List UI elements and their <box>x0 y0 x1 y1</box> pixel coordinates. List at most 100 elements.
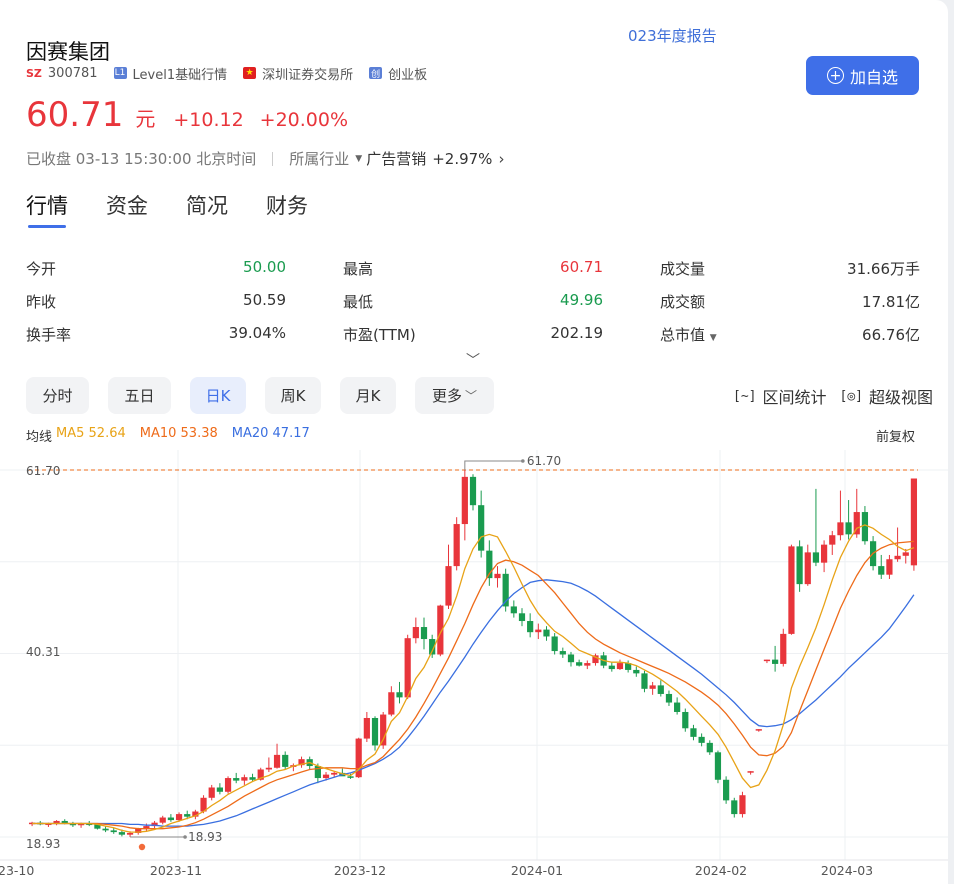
industry-link[interactable]: 广告营销 <box>366 148 426 169</box>
candle-body <box>657 685 664 694</box>
candle-body <box>551 636 558 652</box>
candle-body <box>616 663 624 670</box>
tab-funds[interactable]: 资金 <box>106 190 148 220</box>
caret-down-icon: ▼ <box>709 333 717 343</box>
annual-report-link[interactable]: 023年度报告 <box>628 25 717 46</box>
period-intraday[interactable]: 分时 <box>26 377 89 414</box>
quote-amount: 成交额 17.81亿 <box>660 293 920 311</box>
range-icon: [~] <box>733 388 757 404</box>
candle-body <box>494 573 501 579</box>
period-5day[interactable]: 五日 <box>108 377 171 414</box>
candle-body <box>445 566 452 606</box>
x-tick-label: 2023-12 <box>334 863 386 878</box>
quote-row: 昨收 50.59 最低 49.96 成交额 17.81亿 <box>26 285 920 318</box>
period-weekly[interactable]: 周K <box>265 377 321 414</box>
candle-body <box>723 779 730 801</box>
level-label[interactable]: Level1基础行情 <box>133 64 228 83</box>
candle-body <box>755 729 762 731</box>
board-badge: 创 <box>369 67 383 80</box>
period-monthly[interactable]: 月K <box>340 377 396 414</box>
expand-chevron-icon[interactable]: ﹀ <box>466 350 480 370</box>
candle-body <box>543 629 550 637</box>
candle-body <box>126 832 134 835</box>
candle-body <box>763 659 771 662</box>
candle-body <box>829 535 836 545</box>
adjust-mode[interactable]: 前复权 <box>876 426 915 445</box>
candle-body <box>249 777 256 780</box>
ma5-line <box>32 524 915 833</box>
industry-label: 所属行业 <box>289 150 350 168</box>
tab-market[interactable]: 行情 <box>26 190 68 228</box>
quote-grid: 今开 50.00 最高 60.71 成交量 31.66万手 昨收 50.59 最低 49.… <box>26 252 920 351</box>
quote-low: 最低 49.96 <box>343 291 603 311</box>
candle-body <box>265 767 272 770</box>
candle-body <box>518 613 526 622</box>
event-dot <box>138 843 146 851</box>
candle-body <box>527 621 534 633</box>
stock-name: 因赛集团 <box>26 40 110 64</box>
kline-chart[interactable]: 61.70 40.31 18.93 61.70 18.93 23-10 2023-11 202… <box>0 450 948 884</box>
ma20-legend: MA20 47.17 <box>231 426 310 441</box>
price-row: 60.71 元 +10.12 +20.00% <box>26 95 348 135</box>
ma-legend-label: 均线 <box>26 430 53 445</box>
quote-open: 今开 50.00 <box>26 258 286 278</box>
candle-body <box>567 654 575 663</box>
min-marker-label: 18.93 <box>188 830 222 844</box>
candle-body <box>412 627 419 639</box>
candle-body <box>576 662 583 666</box>
candle-body <box>224 778 232 792</box>
add-watchlist-button[interactable]: + 加自选 <box>806 56 919 95</box>
quote-prev-close: 昨收 50.59 <box>26 291 286 311</box>
y-tick-label: 18.93 <box>26 837 60 851</box>
candle-body <box>241 777 248 781</box>
chevron-right-icon[interactable]: › <box>498 150 504 168</box>
x-tick-label: 2023-11 <box>150 863 202 878</box>
last-price: 60.71 <box>26 95 124 135</box>
candle-body <box>894 555 901 560</box>
super-view-button[interactable]: [◎] 超级视图 <box>840 384 934 408</box>
quote-market-cap[interactable]: 总市值 ▼ 66.76亿 <box>660 324 920 345</box>
candle-body <box>282 754 289 767</box>
status-row: 已收盘 03-13 15:30:00 北京时间 所属行业 ▼ 广告营销 +2.9… <box>26 148 504 169</box>
candle-body <box>886 559 893 575</box>
ma-legend: 均线 MA5 52.64 MA10 53.38 MA20 47.17 <box>26 426 324 445</box>
candle-body <box>110 830 117 833</box>
candle-body <box>322 774 330 779</box>
candle-body <box>682 711 689 729</box>
min-marker-dot <box>183 835 187 839</box>
candle-body <box>461 476 468 525</box>
candle-body <box>584 663 591 666</box>
tab-profile[interactable]: 简况 <box>186 190 228 220</box>
range-stats-button[interactable]: [~] 区间统计 <box>733 384 827 408</box>
period-daily[interactable]: 日K <box>190 377 246 414</box>
candle-body <box>796 546 803 585</box>
ma20-line <box>32 579 915 827</box>
candle-body <box>820 544 828 563</box>
section-tabs: 行情 资金 简况 财务 <box>26 190 346 228</box>
x-tick-label: 2024-01 <box>511 863 563 878</box>
candle-body <box>845 522 852 535</box>
candle-body <box>837 522 844 536</box>
stock-code: 300781 <box>47 65 98 81</box>
candle-body <box>216 787 223 792</box>
industry-change: +2.97% <box>432 149 493 168</box>
candle-body <box>788 546 795 634</box>
candle-body <box>861 512 869 542</box>
candle-body <box>363 717 370 739</box>
y-tick-label: 61.70 <box>26 464 60 478</box>
quote-volume: 成交量 31.66万手 <box>660 260 920 278</box>
candle-body <box>690 728 697 737</box>
candle-body <box>510 606 517 614</box>
tab-finance[interactable]: 财务 <box>266 190 308 220</box>
candle-body <box>167 817 174 821</box>
chevron-down-icon: ﹀ <box>465 389 478 403</box>
period-more[interactable]: 更多 ﹀ <box>415 377 494 414</box>
candle-body <box>910 478 918 566</box>
candle-body <box>780 633 787 664</box>
quote-high: 最高 60.71 <box>343 258 603 278</box>
max-marker-leader <box>464 460 523 470</box>
candle-body <box>233 778 240 781</box>
candle-body <box>331 772 338 775</box>
candle-body <box>714 752 722 780</box>
market-status: 已收盘 03-13 15:30:00 北京时间 <box>26 150 257 168</box>
